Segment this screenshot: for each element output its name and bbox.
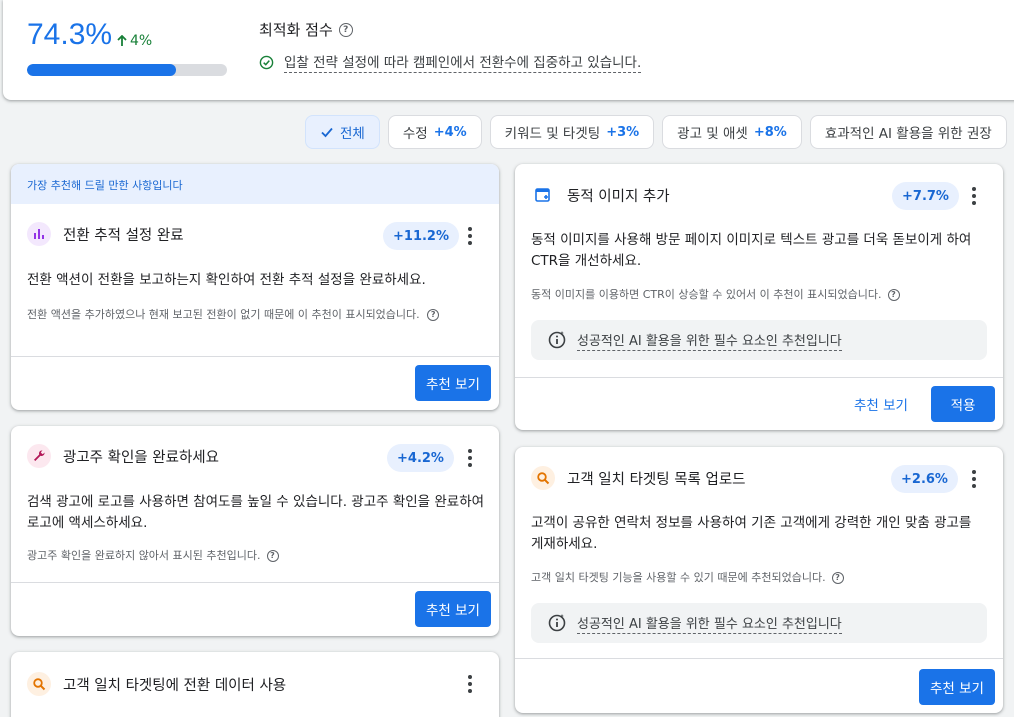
recommendation-card-dynamic-images: 동적 이미지 추가 +7.7% 동적 이미지를 사용해 방문 페이지 이미지로 … xyxy=(515,164,1003,430)
help-icon[interactable]: ? xyxy=(338,22,353,37)
image-add-icon xyxy=(531,183,555,207)
score-message: 입찰 전략 설정에 따라 캠페인에서 전환수에 집중하고 있습니다. xyxy=(259,51,642,73)
chip-label: 수정 xyxy=(402,126,428,142)
card-description: 검색 광고에 로고를 사용하면 참여도를 높일 수 있습니다. 광고주 확인을 … xyxy=(27,494,485,531)
check-circle-icon xyxy=(259,55,274,69)
divider xyxy=(515,658,1003,659)
score-delta-value: 4% xyxy=(130,33,153,49)
uplift-badge: +2.6% xyxy=(891,465,958,493)
card-description: 전환 액션이 전환을 보고하는지 확인하여 전환 추적 설정을 완료하세요. xyxy=(27,272,426,288)
card-reason-text: 전환 액션을 추가하였으나 현재 보고된 전환이 없기 때문에 이 추천이 표시… xyxy=(27,308,420,321)
chip-ai-essentials[interactable]: 효과적인 AI 활용을 위한 권장 xyxy=(809,115,1007,149)
card-header: 동적 이미지 추가 xyxy=(531,183,670,207)
uplift-badge: +7.7% xyxy=(892,182,959,210)
optimization-score-card: 74.3% 4% 최적화 점수 ? 입찰 전략 설정에 따라 캠페인에서 전환수… xyxy=(3,0,1014,100)
chip-delta: +8% xyxy=(753,124,787,140)
recommendation-card-customer-match-conversion: 고객 일치 타겟팅에 전환 데이터 사용 xyxy=(11,652,499,717)
card-reason-text: 고객 일치 타겟팅 기능을 사용할 수 있기 때문에 추천되었습니다. xyxy=(531,571,826,584)
score-value: 74.3% xyxy=(27,18,113,51)
card-header: 전환 추적 설정 완료 xyxy=(27,222,184,246)
card-header: 고객 일치 타겟팅 목록 업로드 xyxy=(531,466,746,490)
card-reason-text: 동적 이미지를 이용하면 CTR이 상승할 수 있어서 이 추천이 표시되었습니… xyxy=(531,288,882,301)
chip-label: 전체 xyxy=(340,126,365,142)
card-description: 고객이 공유한 연락처 정보를 사용하여 기존 고객에게 강력한 개인 맞춤 광… xyxy=(531,515,972,552)
help-icon[interactable]: ? xyxy=(831,572,844,584)
chip-fixes[interactable]: 수정 +4% xyxy=(387,115,482,149)
view-recommendation-button[interactable]: 추천 보기 xyxy=(415,591,491,627)
divider xyxy=(515,377,1003,378)
chip-delta: +3% xyxy=(606,124,640,140)
score-message-text[interactable]: 입찰 전략 설정에 따라 캠페인에서 전환수에 집중하고 있습니다. xyxy=(284,51,642,73)
view-recommendation-button[interactable]: 추천 보기 xyxy=(919,669,995,705)
help-icon[interactable]: ? xyxy=(427,309,440,321)
more-options-icon[interactable] xyxy=(460,672,480,696)
card-reason: 광고주 확인을 완료하지 않아서 표시된 추천입니다. ? xyxy=(27,548,487,564)
ai-sparkle-info-icon xyxy=(548,331,566,349)
check-icon xyxy=(321,127,333,138)
chip-label: 효과적인 AI 활용을 위한 권장 xyxy=(824,126,992,142)
more-options-icon[interactable] xyxy=(964,184,984,208)
ai-essential-note: 성공적인 AI 활용을 위한 필수 요소인 추천입니다 xyxy=(531,603,987,643)
card-title: 동적 이미지 추가 xyxy=(567,188,670,205)
chip-label: 키워드 및 타겟팅 xyxy=(504,126,601,142)
divider xyxy=(11,582,499,583)
score-progress-bar xyxy=(27,64,227,76)
card-title: 전환 추적 설정 완료 xyxy=(63,227,184,244)
view-recommendation-button[interactable]: 추천 보기 xyxy=(415,365,491,401)
card-reason: 동적 이미지를 이용하면 CTR이 상승할 수 있어서 이 추천이 표시되었습니… xyxy=(531,287,991,303)
more-options-icon[interactable] xyxy=(460,446,480,470)
recommendation-card-advertiser-verification: 광고주 확인을 완료하세요 +4.2% 검색 광고에 로고를 사용하면 참여도를… xyxy=(11,426,499,636)
card-reason: 전환 액션을 추가하였으나 현재 보고된 전환이 없기 때문에 이 추천이 표시… xyxy=(27,307,487,323)
search-icon xyxy=(27,672,51,696)
wrench-icon xyxy=(27,444,51,468)
card-reason-text: 광고주 확인을 완료하지 않아서 표시된 추천입니다. xyxy=(27,549,261,562)
search-icon xyxy=(531,466,555,490)
filter-chips: 전체 수정 +4% 키워드 및 타겟팅 +3% 광고 및 애셋 +8% 효과적인… xyxy=(305,115,1007,149)
divider xyxy=(11,356,499,357)
top-recommendation-banner: 가장 추천해 드릴 만한 사항입니다 xyxy=(11,164,499,204)
arrow-up-icon xyxy=(117,35,127,46)
help-icon[interactable]: ? xyxy=(887,289,900,301)
score-delta: 4% xyxy=(116,33,152,49)
card-header: 광고주 확인을 완료하세요 xyxy=(27,444,219,468)
ai-essential-note: 성공적인 AI 활용을 위한 필수 요소인 추천입니다 xyxy=(531,320,987,360)
more-options-icon[interactable] xyxy=(460,224,480,248)
ai-sparkle-info-icon xyxy=(548,614,566,632)
bar-chart-icon xyxy=(27,222,51,246)
chip-ads-assets[interactable]: 광고 및 애셋 +8% xyxy=(662,115,802,149)
card-title: 광고주 확인을 완료하세요 xyxy=(63,449,219,466)
more-options-icon[interactable] xyxy=(964,467,984,491)
view-recommendation-button[interactable]: 추천 보기 xyxy=(854,386,908,422)
card-title: 고객 일치 타겟팅 목록 업로드 xyxy=(567,471,746,488)
card-description: 동적 이미지를 사용해 방문 페이지 이미지로 텍스트 광고를 더욱 돋보이게 … xyxy=(531,232,972,269)
help-icon[interactable]: ? xyxy=(266,550,279,562)
chip-keywords-targeting[interactable]: 키워드 및 타겟팅 +3% xyxy=(489,115,655,149)
recommendation-card-customer-match-upload: 고객 일치 타겟팅 목록 업로드 +2.6% 고객이 공유한 연락처 정보를 사… xyxy=(515,447,1003,713)
score-title-label: 최적화 점수 xyxy=(259,21,333,39)
apply-button[interactable]: 적용 xyxy=(931,386,995,422)
chip-label: 광고 및 애셋 xyxy=(677,126,748,142)
card-title: 고객 일치 타겟팅에 전환 데이터 사용 xyxy=(63,677,287,694)
card-header: 고객 일치 타겟팅에 전환 데이터 사용 xyxy=(27,672,286,696)
chip-delta: +4% xyxy=(433,124,467,140)
card-reason: 고객 일치 타겟팅 기능을 사용할 수 있기 때문에 추천되었습니다. ? xyxy=(531,570,991,586)
uplift-badge: +11.2% xyxy=(383,222,459,250)
recommendation-card-conversion-tracking: 가장 추천해 드릴 만한 사항입니다 전환 추적 설정 완료 +11.2% 전환… xyxy=(11,164,499,410)
ai-essential-text[interactable]: 성공적인 AI 활용을 위한 필수 요소인 추천입니다 xyxy=(577,613,842,634)
uplift-badge: +4.2% xyxy=(387,444,454,472)
ai-essential-text[interactable]: 성공적인 AI 활용을 위한 필수 요소인 추천입니다 xyxy=(577,330,842,351)
score-title: 최적화 점수 ? xyxy=(259,19,353,40)
score-progress-fill xyxy=(27,64,176,76)
chip-all[interactable]: 전체 xyxy=(305,115,380,149)
